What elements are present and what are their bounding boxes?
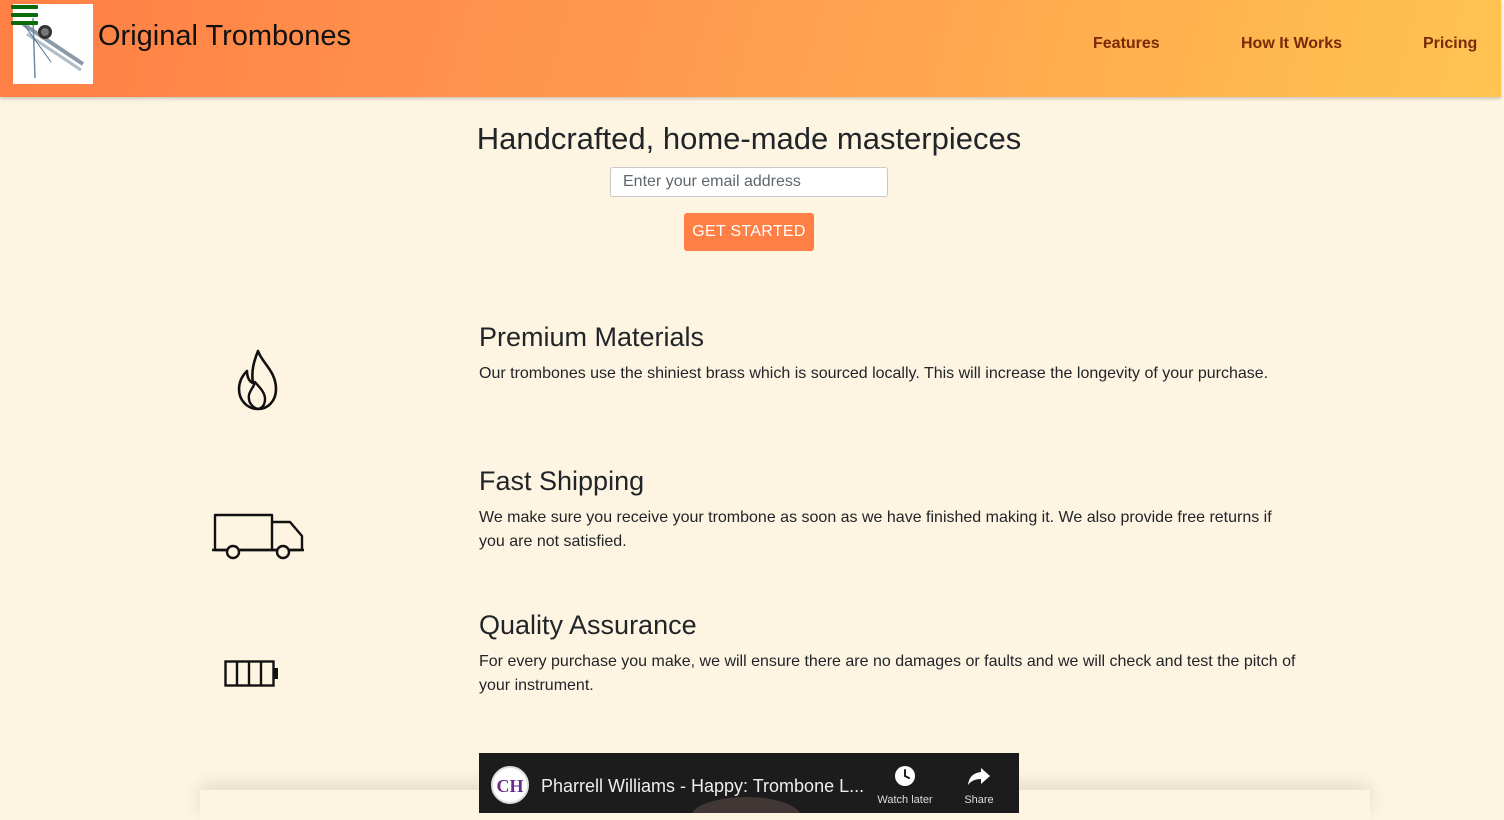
hamburger-menu-icon[interactable] bbox=[11, 5, 38, 25]
channel-avatar[interactable]: CH bbox=[491, 766, 529, 804]
feature-text-fast-shipping: We make sure you receive your trombone a… bbox=[479, 509, 1272, 550]
watch-later-label: Watch later bbox=[877, 794, 933, 806]
watch-later-button[interactable]: Watch later bbox=[875, 765, 935, 806]
video-title[interactable]: Pharrell Williams - Happy: Trombone L... bbox=[541, 776, 864, 797]
feature-text-quality-assurance: For every purchase you make, we will ens… bbox=[479, 653, 1296, 694]
email-input[interactable] bbox=[610, 167, 888, 197]
hero-heading: Handcrafted, home-made masterpieces bbox=[476, 121, 1022, 156]
fire-icon bbox=[236, 349, 280, 416]
site-header: Original Trombones Features How It Works… bbox=[0, 0, 1501, 97]
feature-title-quality-assurance: Quality Assurance bbox=[479, 610, 697, 640]
clock-icon bbox=[895, 766, 915, 786]
share-button[interactable]: Share bbox=[949, 765, 1009, 806]
nav-link-how-it-works[interactable]: How It Works bbox=[1241, 35, 1342, 53]
video-player[interactable]: CH Pharrell Williams - Happy: Trombone L… bbox=[479, 753, 1019, 813]
feature-text-premium-materials: Our trombones use the shiniest brass whi… bbox=[479, 365, 1269, 382]
truck-icon bbox=[210, 512, 306, 567]
share-label: Share bbox=[964, 794, 994, 806]
feature-title-premium-materials: Premium Materials bbox=[479, 322, 705, 352]
video-thumbnail bbox=[691, 797, 801, 813]
brand-title: Original Trombones bbox=[98, 20, 352, 52]
share-icon bbox=[968, 768, 990, 785]
nav-link-features[interactable]: Features bbox=[1093, 35, 1160, 53]
get-started-button[interactable]: GET STARTED bbox=[684, 213, 814, 251]
feature-title-fast-shipping: Fast Shipping bbox=[479, 466, 645, 496]
nav-link-pricing[interactable]: Pricing bbox=[1423, 35, 1477, 53]
battery-icon bbox=[224, 660, 280, 693]
